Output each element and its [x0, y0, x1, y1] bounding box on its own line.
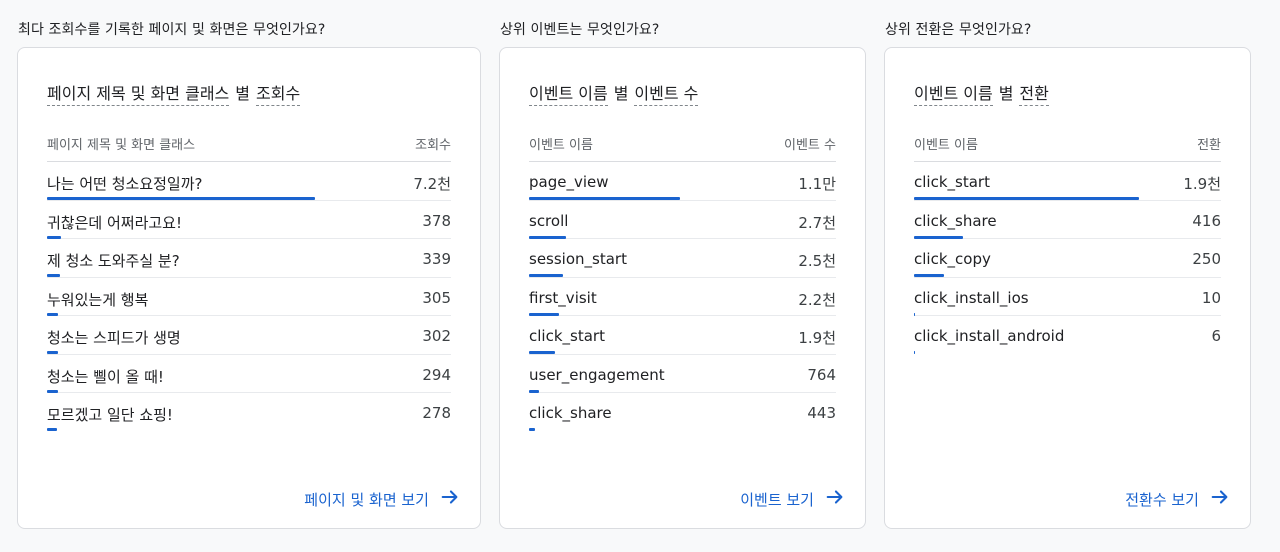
- table-row[interactable]: click_start 1.9천: [914, 162, 1221, 201]
- row-value: 6: [1211, 327, 1221, 345]
- row-label: 귀찮은데 어쩌라고요!: [47, 213, 182, 232]
- column-header-metric: 전환: [1197, 138, 1221, 153]
- row-value-bar: [47, 428, 57, 431]
- row-label: click_start: [529, 327, 605, 345]
- row-value: 443: [807, 404, 836, 422]
- card-title-dimension[interactable]: 전환: [1019, 80, 1049, 106]
- table-row[interactable]: 귀찮은데 어쩌라고요! 378: [47, 201, 451, 239]
- card-title: 페이지 제목 및 화면 클래스 별 조회수: [47, 80, 301, 106]
- table-row[interactable]: first_visit 2.2천: [529, 278, 836, 316]
- table-row[interactable]: click_start 1.9천: [529, 316, 836, 355]
- table-row[interactable]: page_view 1.1만: [529, 162, 836, 201]
- table-row[interactable]: click_share 443: [529, 393, 836, 432]
- card-question: 상위 전환은 무엇인가요?: [885, 22, 1032, 38]
- card-title-connector: 별: [235, 84, 250, 103]
- card-title: 이벤트 이름 별 전환: [914, 80, 1049, 106]
- card-title-dimension[interactable]: 이벤트 수: [634, 80, 699, 106]
- view-report-link-label: 전환수 보기: [1125, 490, 1199, 509]
- column-header-metric: 조회수: [415, 138, 451, 153]
- table-row[interactable]: user_engagement 764: [529, 355, 836, 393]
- table-row[interactable]: 청소는 삘이 올 때! 294: [47, 355, 451, 393]
- column-header-metric: 이벤트 수: [784, 138, 836, 153]
- row-label: click_share: [914, 211, 997, 230]
- row-value: 294: [422, 365, 451, 384]
- row-value: 7.2천: [413, 175, 451, 193]
- row-label: 나는 어떤 청소요정일까?: [47, 175, 203, 193]
- row-label: user_engagement: [529, 365, 665, 384]
- card-title-connector: 별: [998, 84, 1014, 103]
- row-value: 1.9천: [1183, 175, 1221, 193]
- card-title: 이벤트 이름 별 이벤트 수: [529, 80, 699, 106]
- row-value: 2.2천: [798, 290, 836, 309]
- row-label: first_visit: [529, 288, 597, 307]
- row-value: 250: [1192, 250, 1221, 268]
- view-report-link[interactable]: 페이지 및 화면 보기: [304, 486, 461, 512]
- row-label: click_start: [914, 173, 990, 191]
- row-value-bar: [529, 428, 535, 431]
- column-header-dimension: 이벤트 이름: [529, 138, 593, 153]
- table-row[interactable]: click_copy 250: [914, 239, 1221, 278]
- row-label: page_view: [529, 173, 609, 191]
- table-header: 페이지 제목 및 화면 클래스 조회수: [47, 134, 451, 154]
- card-question: 최다 조회수를 기록한 페이지 및 화면은 무엇인가요?: [18, 22, 326, 38]
- row-label: session_start: [529, 250, 627, 268]
- table-row[interactable]: 나는 어떤 청소요정일까? 7.2천: [47, 162, 451, 201]
- row-value: 1.9천: [798, 329, 836, 347]
- row-value: 305: [422, 288, 451, 307]
- row-value: 2.7천: [798, 213, 836, 232]
- row-label: click_install_ios: [914, 288, 1029, 307]
- row-label: 청소는 삘이 올 때!: [47, 367, 164, 386]
- row-label: 제 청소 도와주실 분?: [47, 252, 180, 270]
- view-report-link[interactable]: 전환수 보기: [1125, 486, 1231, 512]
- view-report-link[interactable]: 이벤트 보기: [740, 486, 846, 512]
- row-value: 764: [807, 365, 836, 384]
- row-label: scroll: [529, 211, 569, 230]
- arrow-right-icon: [439, 486, 461, 512]
- table-row[interactable]: scroll 2.7천: [529, 201, 836, 239]
- card-title-dimension[interactable]: 이벤트 이름: [914, 80, 993, 106]
- column-header-dimension: 페이지 제목 및 화면 클래스: [47, 138, 196, 153]
- row-label: click_share: [529, 404, 612, 422]
- card-title-dimension[interactable]: 조회수: [256, 80, 301, 106]
- column-header-dimension: 이벤트 이름: [914, 138, 978, 153]
- row-value: 339: [422, 250, 451, 268]
- row-label: 누워있는게 행복: [47, 290, 149, 309]
- row-value: 416: [1192, 211, 1221, 230]
- row-value: 278: [422, 404, 451, 422]
- card-title-dimension[interactable]: 페이지 제목 및 화면 클래스: [47, 80, 230, 106]
- row-value: 10: [1201, 288, 1221, 307]
- row-value: 2.5천: [798, 252, 836, 270]
- card-title-dimension[interactable]: 이벤트 이름: [529, 80, 608, 106]
- row-value: 1.1만: [798, 175, 836, 193]
- arrow-right-icon: [1209, 486, 1231, 512]
- row-value: 302: [422, 327, 451, 345]
- table-header: 이벤트 이름 전환: [914, 134, 1221, 154]
- row-value-bar: [914, 351, 915, 354]
- arrow-right-icon: [824, 486, 846, 512]
- table-row[interactable]: 누워있는게 행복 305: [47, 278, 451, 316]
- row-label: 청소는 스피드가 생명: [47, 329, 181, 347]
- table-row[interactable]: click_share 416: [914, 201, 1221, 239]
- view-report-link-label: 이벤트 보기: [740, 490, 814, 509]
- table-row[interactable]: 청소는 스피드가 생명 302: [47, 316, 451, 355]
- row-label: click_copy: [914, 250, 991, 268]
- table-row[interactable]: click_install_ios 10: [914, 278, 1221, 316]
- row-value: 378: [422, 211, 451, 230]
- card-title-connector: 별: [613, 84, 629, 103]
- table-row[interactable]: session_start 2.5천: [529, 239, 836, 278]
- table-row[interactable]: 모르겠고 일단 쇼핑! 278: [47, 393, 451, 432]
- row-label: click_install_android: [914, 327, 1065, 345]
- table-header: 이벤트 이름 이벤트 수: [529, 134, 836, 154]
- table-row[interactable]: click_install_android 6: [914, 316, 1221, 355]
- row-label: 모르겠고 일단 쇼핑!: [47, 406, 173, 424]
- card-question: 상위 이벤트는 무엇인가요?: [500, 22, 660, 38]
- table-row[interactable]: 제 청소 도와주실 분? 339: [47, 239, 451, 278]
- view-report-link-label: 페이지 및 화면 보기: [304, 490, 429, 509]
